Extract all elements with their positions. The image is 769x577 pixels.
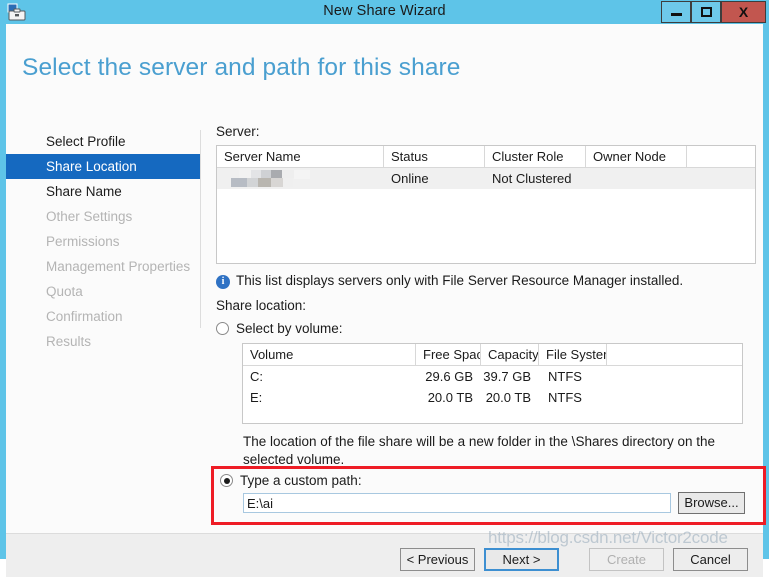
wizard-footer: < Previous Next > Create Cancel [6,534,763,577]
sidebar-item-management-properties: Management Properties [46,259,191,274]
cell-free-space: 29.6 GB [425,369,473,384]
column-capacity[interactable]: Capacity [481,344,539,365]
sidebar-divider [200,130,201,328]
previous-button[interactable]: < Previous [400,548,475,571]
server-table[interactable]: Server Name Status Cluster Role Owner No… [216,145,756,264]
server-table-header: Server Name Status Cluster Role Owner No… [217,146,755,168]
wizard-client-area: Select the server and path for this shar… [6,24,766,577]
sidebar-item-results: Results [46,334,92,349]
cell-cluster-role: Not Clustered [492,171,572,186]
cell-capacity: 20.0 TB [485,390,531,405]
column-server-name[interactable]: Server Name [217,146,384,167]
browse-button[interactable]: Browse... [678,492,745,514]
redacted-server-name [231,170,336,187]
custom-path-radio[interactable] [220,474,233,487]
maximize-button[interactable] [691,1,721,23]
cell-capacity: 39.7 GB [483,369,531,384]
sidebar-item-permissions: Permissions [46,234,120,249]
cell-spacer [687,168,755,189]
column-file-system[interactable]: File System [539,344,607,365]
custom-path-input[interactable] [243,493,671,513]
column-free-space[interactable]: Free Space [416,344,481,365]
cell-free-space: 20.0 TB [427,390,473,405]
main-content: Server: Server Name Status Cluster Role … [216,124,756,264]
info-message-row: i This list displays servers only with F… [216,273,683,289]
cell-volume: C: [250,369,263,384]
column-volume[interactable]: Volume [243,344,416,365]
sidebar-item-confirmation: Confirmation [46,309,123,324]
cell-owner-node [586,168,687,189]
close-button[interactable]: X [721,1,766,23]
volume-description-text: The location of the file share will be a… [243,434,716,467]
column-spacer [687,146,755,167]
sidebar-item-select-profile[interactable]: Select Profile [6,129,200,154]
column-cluster-role[interactable]: Cluster Role [485,146,586,167]
column-status[interactable]: Status [384,146,485,167]
new-share-wizard-window: New Share Wizard X Select the server and… [0,0,769,577]
sidebar-item-quota: Quota [46,284,83,299]
select-by-volume-radio-row[interactable]: Select by volume: [216,321,343,336]
maximize-icon [700,7,712,17]
cell-file-system: NTFS [548,390,582,405]
share-location-label: Share location: [216,298,307,313]
volume-table[interactable]: Volume Free Space Capacity File System C… [242,343,743,424]
wizard-step-nav: Select Profile Share Location Share Name… [6,129,200,349]
volume-table-header: Volume Free Space Capacity File System [243,344,742,366]
create-button: Create [589,548,664,571]
select-by-volume-label: Select by volume: [236,321,343,336]
sidebar-item-share-name[interactable]: Share Name [6,179,200,204]
next-button[interactable]: Next > [484,548,559,571]
custom-path-radio-row[interactable]: Type a custom path: [220,473,362,488]
info-message-text: This list displays servers only with Fil… [236,273,684,288]
table-row[interactable]: E: 20.0 TB 20.0 TB NTFS [243,387,742,408]
info-icon: i [216,275,230,289]
custom-path-label: Type a custom path: [240,473,362,488]
sidebar-item-share-location[interactable]: Share Location [6,154,200,179]
cancel-button[interactable]: Cancel [673,548,748,571]
cell-status: Online [391,171,429,186]
cell-volume: E: [250,390,263,405]
sidebar-item-other-settings: Other Settings [46,209,133,224]
cell-spacer [607,387,742,408]
minimize-button[interactable] [661,1,691,23]
cell-server-name [217,168,384,189]
column-spacer [607,344,742,365]
table-row[interactable]: C: 29.6 GB 39.7 GB NTFS [243,366,742,387]
select-by-volume-radio[interactable] [216,322,229,335]
column-owner-node[interactable]: Owner Node [586,146,687,167]
table-row[interactable]: Online Not Clustered [217,168,755,189]
page-title: Select the server and path for this shar… [22,54,461,81]
title-bar[interactable]: New Share Wizard X [0,0,769,24]
cell-spacer [607,366,742,387]
cell-file-system: NTFS [548,369,582,384]
window-title: New Share Wizard [323,3,446,19]
minimize-icon [670,13,682,16]
server-label: Server: [216,124,260,139]
